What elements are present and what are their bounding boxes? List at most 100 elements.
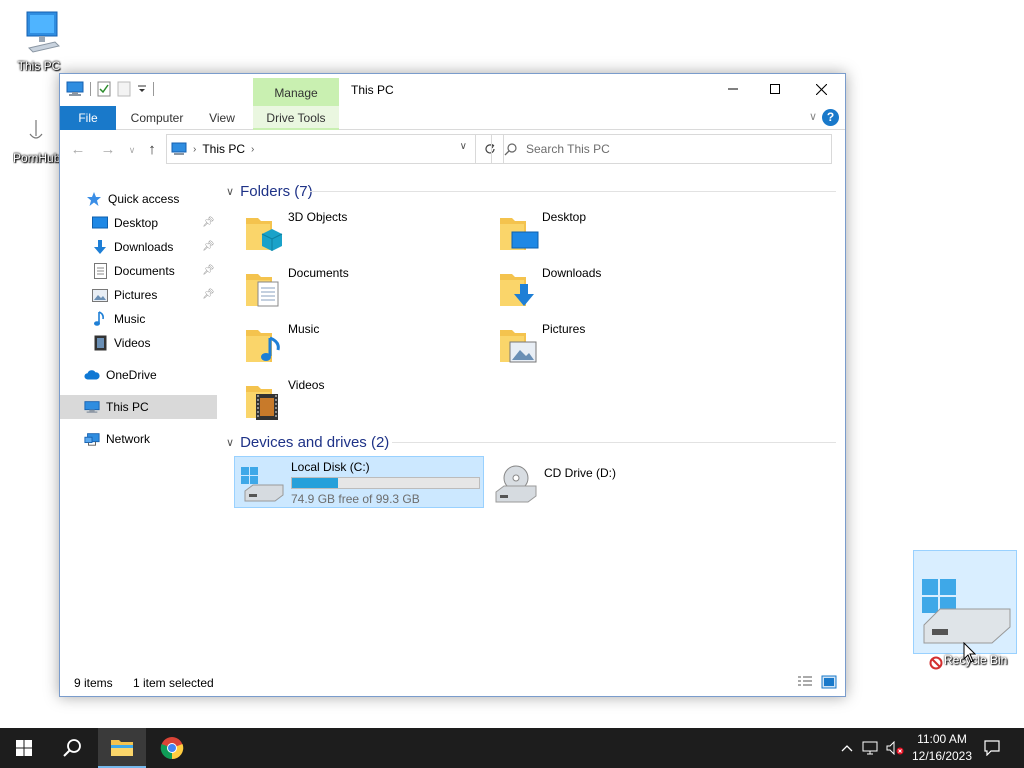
group-header-label: Folders (7) — [240, 182, 313, 200]
tray-overflow-button[interactable] — [836, 728, 858, 768]
computer-icon — [171, 142, 187, 155]
collapse-chevron-icon[interactable]: ∨ — [226, 185, 234, 198]
title-bar[interactable]: Manage This PC — [60, 74, 845, 106]
sidebar-item-quick-access[interactable]: Quick access — [60, 187, 217, 211]
address-history-icon[interactable]: ∨ — [460, 141, 467, 152]
back-button[interactable]: ← — [68, 140, 88, 160]
search-button[interactable] — [48, 728, 96, 768]
properties-icon[interactable] — [97, 81, 111, 97]
music-folder-icon — [246, 330, 280, 362]
breadcrumb-separator-icon[interactable]: › — [193, 144, 196, 155]
new-folder-icon[interactable] — [117, 81, 131, 97]
sidebar-item-label: Videos — [114, 336, 151, 350]
clock-date: 12/16/2023 — [911, 749, 973, 763]
up-button[interactable]: ↑ — [142, 140, 162, 160]
sidebar-item-pictures[interactable]: Pictures 📌︎ — [60, 283, 217, 307]
breadcrumb-chevron-icon[interactable]: › — [251, 144, 254, 155]
sidebar-item-label: This PC — [106, 400, 149, 414]
pin-icon[interactable]: 📌︎ — [202, 241, 215, 253]
taskbar-chrome[interactable] — [148, 728, 196, 768]
search-box[interactable]: Search This PC — [491, 134, 832, 164]
desktop-icon-label: PornHub — [13, 151, 59, 165]
large-icons-view-icon[interactable] — [821, 675, 837, 689]
address-bar[interactable]: › This PC › ∨ — [166, 134, 476, 164]
action-center-button[interactable] — [980, 728, 1004, 768]
desktop-icon-this-pc[interactable]: This PC — [13, 10, 65, 73]
tab-view[interactable]: View — [200, 106, 244, 130]
group-header-folders[interactable]: ∨ Folders (7) — [226, 182, 313, 200]
desktop-icon-pornhub[interactable]: PornHub — [13, 118, 59, 165]
view-toggle — [797, 675, 837, 689]
group-divider — [310, 191, 836, 192]
sidebar-item-this-pc[interactable]: This PC — [60, 395, 217, 419]
navigation-row: ← → ∨ ↑ › This PC › ∨ Search This PC — [60, 130, 845, 170]
tab-drive-tools[interactable]: Drive Tools — [253, 106, 339, 130]
pin-icon[interactable]: 📌︎ — [202, 217, 215, 229]
folder-tile-3d-objects[interactable]: 3D Objects — [230, 206, 480, 258]
folder-tile-music[interactable]: Music — [230, 318, 480, 370]
minimize-icon — [728, 88, 738, 90]
drive-tile-d[interactable]: CD Drive (D:) — [488, 456, 738, 508]
volume-button[interactable] — [884, 728, 906, 768]
network-icon — [84, 431, 100, 447]
recent-locations-button[interactable]: ∨ — [122, 140, 142, 160]
sidebar-item-label: OneDrive — [106, 368, 157, 382]
documents-folder-icon — [246, 274, 279, 307]
drive-tile-c[interactable]: Local Disk (C:) 74.9 GB free of 99.3 GB — [234, 456, 484, 508]
maximize-button[interactable] — [752, 74, 798, 104]
folder-icon — [111, 740, 133, 756]
pin-icon[interactable]: 📌︎ — [202, 265, 215, 277]
details-view-icon[interactable] — [797, 675, 813, 689]
taskbar-file-explorer[interactable] — [98, 728, 146, 768]
computer-icon — [26, 11, 60, 53]
tab-manage[interactable]: Manage — [253, 78, 339, 106]
help-button[interactable]: ? — [822, 109, 839, 126]
drive-usage-fill — [292, 478, 338, 488]
sidebar-item-network[interactable]: Network — [60, 427, 217, 451]
film-icon — [92, 335, 108, 351]
folder-tile-videos[interactable]: Videos — [230, 374, 480, 426]
sidebar-item-documents[interactable]: Documents 📌︎ — [60, 259, 217, 283]
folder-name: Desktop — [542, 210, 587, 224]
close-button[interactable] — [798, 74, 844, 104]
clock[interactable]: 11:00 AM 12/16/2023 — [906, 731, 978, 765]
navigation-pane: Quick access Desktop 📌︎ Downloads 📌︎ Doc… — [60, 182, 217, 662]
tab-file[interactable]: File — [60, 106, 116, 130]
folder-name: Downloads — [542, 266, 602, 280]
start-button[interactable] — [0, 728, 48, 768]
content-pane: ∨ Folders (7) 3D Objects Desktop Documen… — [226, 182, 838, 662]
sidebar-item-videos[interactable]: Videos — [60, 331, 217, 355]
tab-computer[interactable]: Computer — [124, 106, 190, 130]
drive-name: CD Drive (D:) — [544, 466, 616, 480]
3d-objects-folder-icon — [246, 218, 283, 251]
folder-tile-pictures[interactable]: Pictures — [484, 318, 734, 370]
pictures-folder-icon — [500, 330, 537, 363]
desktop-folder-icon — [500, 218, 539, 250]
customize-qat-icon[interactable] — [137, 84, 147, 94]
clock-time: 11:00 AM — [917, 732, 967, 746]
folder-tile-desktop[interactable]: Desktop — [484, 206, 734, 258]
minimize-button[interactable] — [710, 74, 756, 104]
ribbon-tabs: File Computer View Drive Tools — [60, 106, 845, 130]
collapse-chevron-icon[interactable]: ∨ — [226, 436, 234, 449]
separator — [153, 82, 154, 96]
sidebar-item-label: Network — [106, 432, 151, 446]
search-placeholder: Search This PC — [526, 142, 610, 156]
sidebar-item-desktop[interactable]: Desktop 📌︎ — [60, 211, 217, 235]
folder-tile-downloads[interactable]: Downloads — [484, 262, 734, 314]
sidebar-item-downloads[interactable]: Downloads 📌︎ — [60, 235, 217, 259]
network-icon — [862, 741, 878, 755]
forward-button[interactable]: → — [98, 140, 118, 160]
network-status-button[interactable] — [860, 728, 882, 768]
group-header-devices[interactable]: ∨ Devices and drives (2) — [226, 433, 389, 451]
folder-tile-documents[interactable]: Documents — [230, 262, 480, 314]
expand-ribbon-icon[interactable]: ∨ — [809, 110, 817, 123]
folder-name: Music — [288, 322, 320, 336]
group-divider — [392, 442, 836, 443]
pin-icon[interactable]: 📌︎ — [202, 289, 215, 301]
music-note-icon — [92, 311, 108, 327]
sidebar-item-onedrive[interactable]: OneDrive — [60, 363, 217, 387]
sidebar-item-music[interactable]: Music — [60, 307, 217, 331]
breadcrumb[interactable]: This PC — [202, 142, 245, 156]
local-disk-icon — [241, 467, 284, 502]
